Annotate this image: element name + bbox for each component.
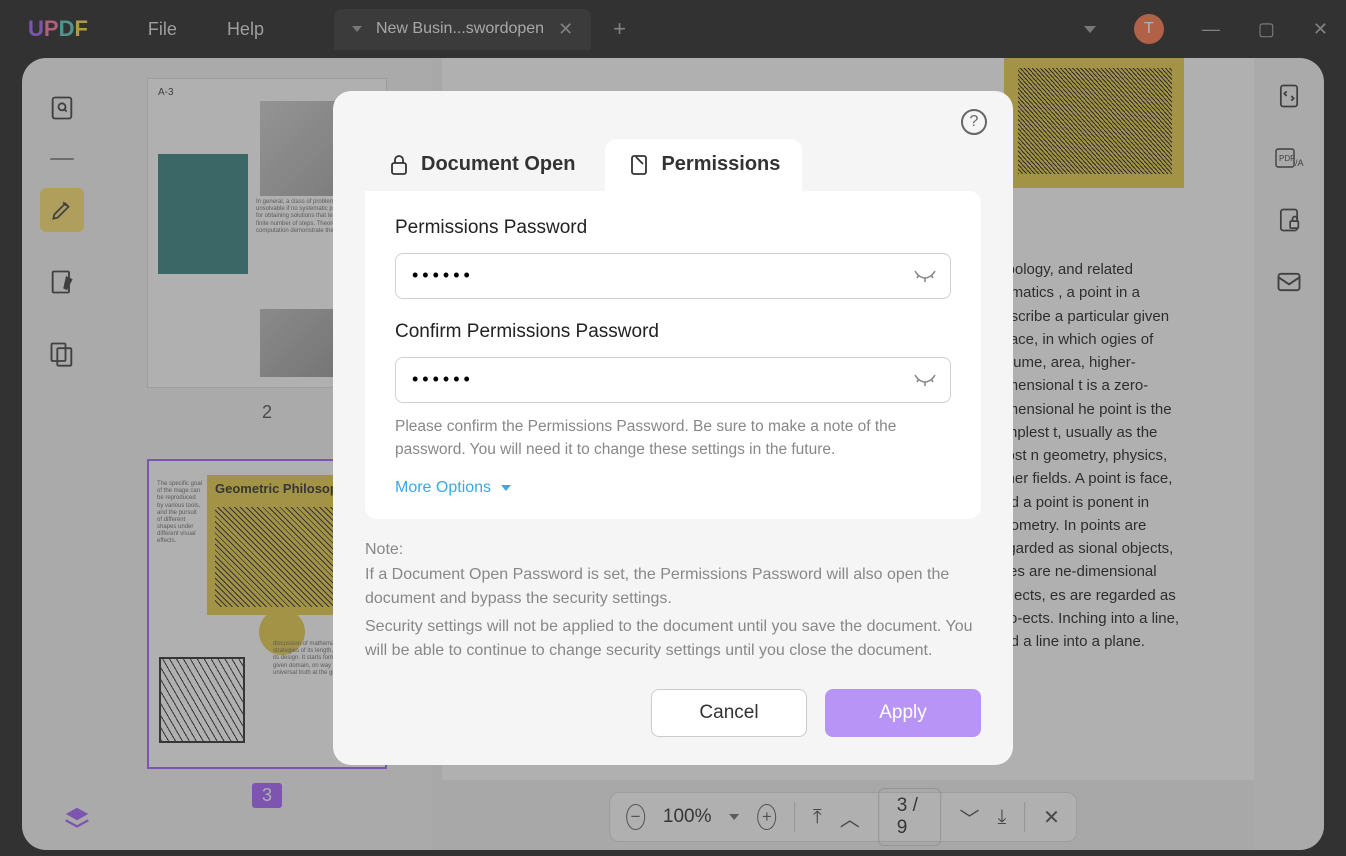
confirm-password-label: Confirm Permissions Password — [395, 321, 951, 343]
tab-permissions-label: Permissions — [661, 153, 780, 176]
show-password-icon[interactable] — [913, 265, 937, 285]
note-heading: Note: — [365, 541, 981, 559]
more-options-label: More Options — [395, 479, 491, 497]
password-dialog: ? Document Open Permissions Permissions … — [333, 91, 1013, 766]
note-text-2: Security settings will not be applied to… — [365, 615, 981, 663]
confirm-password-input[interactable] — [395, 357, 951, 403]
permissions-password-input[interactable] — [395, 253, 951, 299]
show-confirm-password-icon[interactable] — [913, 369, 937, 389]
permissions-icon — [627, 153, 651, 177]
tab-document-open[interactable]: Document Open — [365, 139, 597, 191]
permissions-password-label: Permissions Password — [395, 217, 951, 239]
tab-permissions[interactable]: Permissions — [605, 139, 802, 191]
password-helper-text: Please confirm the Permissions Password.… — [395, 415, 951, 462]
tab-document-open-label: Document Open — [421, 153, 575, 176]
help-icon[interactable]: ? — [961, 109, 987, 135]
apply-button[interactable]: Apply — [825, 689, 981, 737]
cancel-button[interactable]: Cancel — [651, 689, 807, 737]
modal-overlay: ? Document Open Permissions Permissions … — [0, 0, 1346, 856]
more-options-toggle[interactable]: More Options — [395, 479, 951, 497]
chevron-down-icon — [501, 485, 511, 491]
permissions-panel: Permissions Password Confirm Permissions… — [365, 191, 981, 520]
note-text-1: If a Document Open Password is set, the … — [365, 563, 981, 611]
lock-icon — [387, 153, 411, 177]
